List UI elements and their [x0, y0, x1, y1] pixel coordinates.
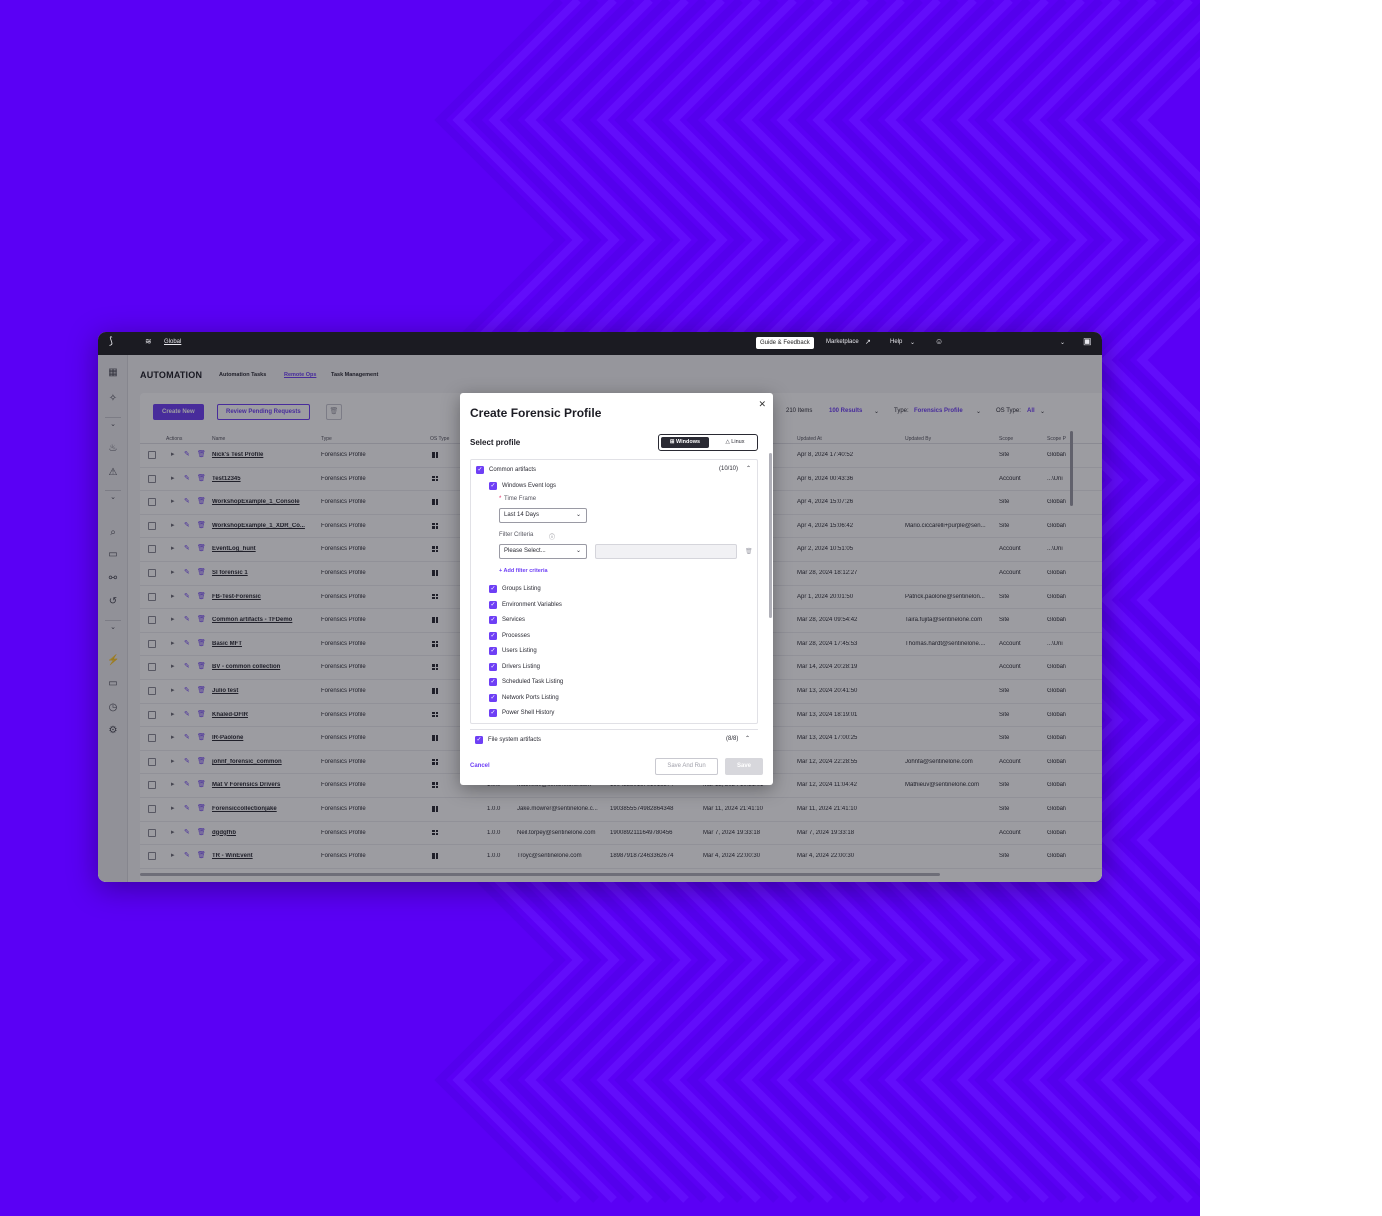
save-button[interactable]: Save: [725, 758, 763, 775]
artifact-label: Power Shell History: [502, 710, 555, 716]
artifact-label: Processes: [502, 632, 531, 639]
segment-linux-label: Linux: [731, 439, 745, 445]
fs-section: ✓ File system artifacts (8/8) ⌃: [470, 729, 758, 749]
windows-event-logs-label: Windows Event logs: [502, 483, 557, 489]
user-icon[interactable]: ☺: [935, 337, 943, 346]
save-and-run-button[interactable]: Save And Run: [655, 758, 718, 775]
chevron-down-icon[interactable]: ⌄: [1060, 339, 1065, 346]
chevron-down-icon: ⌄: [575, 548, 581, 554]
chevron-down-icon: ⌄: [575, 512, 581, 518]
artifact-checkbox[interactable]: ✓: [489, 693, 497, 702]
artifact-label: Services: [502, 617, 526, 623]
artifact-list: ✓ Common artifacts (10/10) ⌃ ✓ Windows E…: [470, 459, 758, 724]
time-frame-value: Last 14 Days: [504, 512, 540, 518]
common-artifacts-label: Common artifacts: [489, 467, 537, 473]
artifact-label: Environment Variables: [502, 601, 562, 608]
artifact-checkbox[interactable]: ✓: [489, 678, 497, 686]
time-frame-select[interactable]: Last 14 Days ⌄: [499, 508, 587, 523]
create-forensic-profile-modal: Create Forensic Profile ✕ Select profile…: [460, 393, 773, 785]
cancel-button[interactable]: Cancel: [470, 763, 490, 769]
delete-icon[interactable]: 🗑: [745, 548, 753, 555]
artifact-checkbox[interactable]: ✓: [489, 709, 497, 717]
artifact-label: Drivers Listing: [502, 663, 541, 670]
artifact-checkbox[interactable]: ✓: [489, 647, 497, 655]
artifact-checkbox[interactable]: ✓: [489, 616, 497, 624]
file-system-artifacts-count: (8/8): [726, 736, 739, 742]
common-artifacts-count: (10/10): [719, 466, 739, 472]
required-marker: *: [499, 496, 502, 502]
marketplace-link[interactable]: Marketplace: [826, 339, 859, 345]
filter-criteria-value: Please Select...: [504, 548, 546, 554]
scope-icon: ≋: [145, 337, 152, 346]
modal-scrollbar[interactable]: [769, 453, 772, 618]
artifact-checkbox[interactable]: ✓: [489, 600, 497, 609]
info-icon[interactable]: ⓘ: [549, 532, 555, 541]
select-profile-label: Select profile: [470, 438, 521, 447]
chevron-up-icon[interactable]: ⌃: [745, 735, 750, 742]
close-icon[interactable]: ✕: [758, 399, 766, 410]
artifact-checkbox[interactable]: ✓: [489, 585, 497, 593]
segment-windows[interactable]: ⊞ Windows: [661, 437, 709, 448]
chevron-up-icon[interactable]: ⌃: [746, 465, 751, 472]
filter-criteria-label: Filter Criteria: [499, 532, 534, 538]
help-menu[interactable]: Help: [890, 339, 902, 345]
artifact-checkbox[interactable]: ✓: [489, 662, 497, 671]
artifact-label: Groups Listing: [502, 586, 541, 592]
external-link-icon: ↗: [865, 339, 871, 346]
checkbox-windows-event-logs[interactable]: ✓: [489, 482, 497, 490]
add-filter-button[interactable]: + Add filter criteria: [499, 568, 548, 574]
checkbox-common-artifacts[interactable]: ✓: [476, 466, 484, 474]
artifact-label: Scheduled Task Listing: [502, 679, 564, 685]
time-frame-label: Time Frame: [504, 496, 537, 502]
add-filter-label: Add filter criteria: [503, 568, 548, 574]
artifact-label: Users Listing: [502, 648, 537, 654]
account-icon[interactable]: ▣: [1083, 336, 1092, 347]
scope-link[interactable]: Global: [164, 339, 181, 345]
filter-criteria-select[interactable]: Please Select... ⌄: [499, 544, 587, 559]
guide-feedback-button[interactable]: Guide & Feedback: [756, 337, 814, 349]
segment-windows-label: Windows: [676, 439, 701, 445]
os-segmented-control: ⊞ Windows △ Linux: [658, 434, 758, 451]
modal-title: Create Forensic Profile: [470, 406, 602, 420]
top-bar: ⟆ ≋ Global Guide & Feedback Marketplace …: [98, 332, 1102, 355]
file-system-artifacts-label: File system artifacts: [488, 737, 542, 743]
artifact-label: Network Ports Listing: [502, 694, 559, 701]
artifact-checkbox[interactable]: ✓: [489, 631, 497, 640]
chevron-down-icon: ⌄: [910, 340, 916, 346]
segment-linux[interactable]: △ Linux: [713, 437, 757, 448]
logo-icon: ⟆: [109, 336, 113, 347]
checkbox-file-system-artifacts[interactable]: ✓: [475, 736, 483, 744]
filter-value-input[interactable]: [595, 544, 737, 559]
